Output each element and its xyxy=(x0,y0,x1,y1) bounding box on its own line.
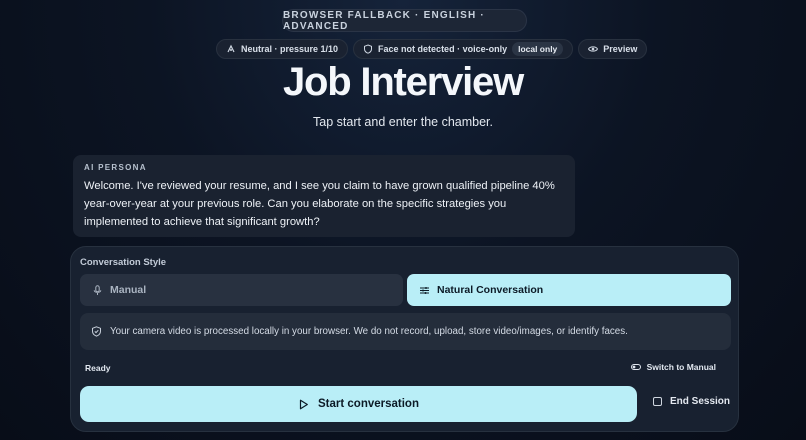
face-chip: Face not detected · voice-only local onl… xyxy=(353,39,574,59)
mood-icon xyxy=(227,44,235,53)
switch-label: Switch to Manual xyxy=(646,362,716,372)
local-only-tag: local only xyxy=(512,42,564,56)
mood-chip: Neutral · pressure 1/10 xyxy=(216,39,349,59)
shield-icon xyxy=(364,44,373,54)
persona-text: Welcome. I've reviewed your resume, and … xyxy=(84,180,555,228)
manual-option-label: Manual xyxy=(110,284,147,296)
shield-check-icon xyxy=(92,326,101,337)
sliders-icon xyxy=(420,286,429,294)
preview-button[interactable]: Preview xyxy=(578,39,648,59)
status-label: Ready xyxy=(85,363,111,373)
page-subtitle: Tap start and enter the chamber. xyxy=(313,115,493,129)
ai-persona-message: AI PERSONA Welcome. I've reviewed your r… xyxy=(73,155,575,237)
preview-label: Preview xyxy=(603,44,638,54)
privacy-notice: Your camera video is processed locally i… xyxy=(80,313,731,350)
page-title: Job Interview xyxy=(282,60,524,104)
microphone-icon xyxy=(93,284,102,295)
mood-chip-label: Neutral · pressure 1/10 xyxy=(241,44,339,54)
end-session-label: End Session xyxy=(670,396,731,407)
start-conversation-button[interactable]: Start conversation xyxy=(80,386,637,422)
stop-icon xyxy=(653,397,662,406)
toggle-icon xyxy=(630,364,641,370)
conversation-panel: Conversation Style Manual Natural Conver… xyxy=(70,246,739,432)
eye-icon xyxy=(588,46,599,52)
manual-option[interactable]: Manual xyxy=(80,274,403,306)
conversation-style-label: Conversation Style xyxy=(80,257,167,268)
start-conversation-label: Start conversation xyxy=(318,398,419,410)
end-session-button[interactable]: End Session xyxy=(653,396,730,407)
play-icon xyxy=(299,399,308,409)
mode-banner: BROWSER FALLBACK · ENGLISH · ADVANCED xyxy=(282,9,527,32)
face-chip-label: Face not detected · voice-only xyxy=(378,44,508,54)
status-chips: Neutral · pressure 1/10 Face not detecte… xyxy=(216,39,648,59)
switch-to-manual-button[interactable]: Switch to Manual xyxy=(630,362,716,372)
privacy-notice-text: Your camera video is processed locally i… xyxy=(110,326,628,337)
natural-option-label: Natural Conversation xyxy=(437,284,544,296)
natural-conversation-option[interactable]: Natural Conversation xyxy=(407,274,731,306)
persona-label: AI PERSONA xyxy=(84,163,147,172)
